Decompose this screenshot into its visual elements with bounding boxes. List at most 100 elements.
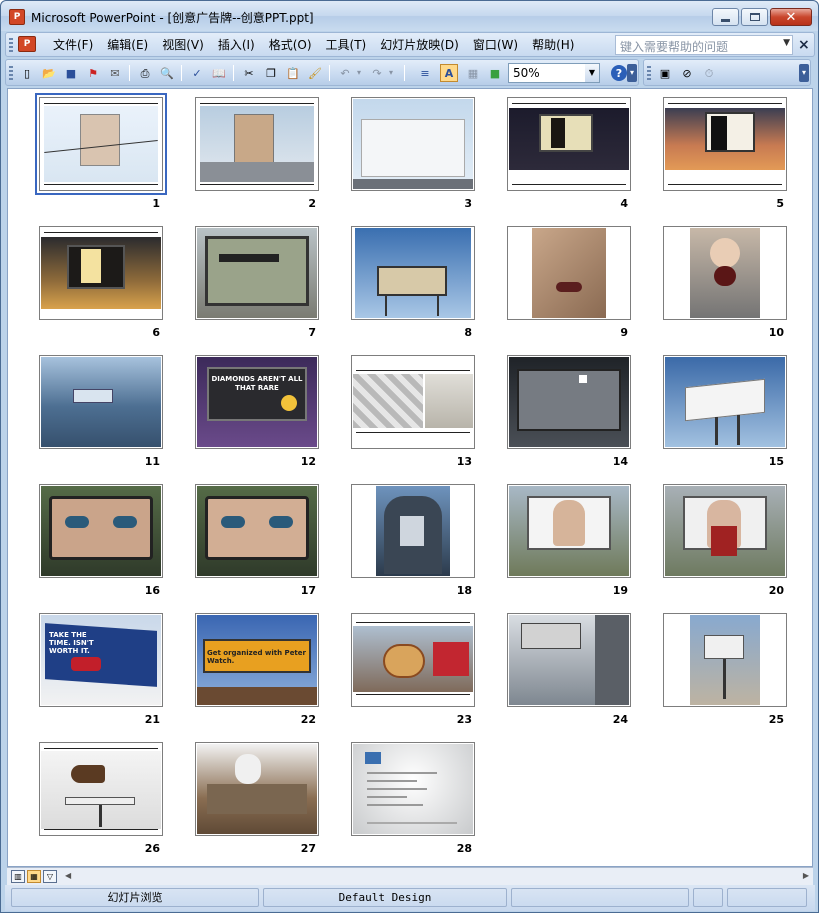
format-painter-icon[interactable]: 🖌 <box>306 64 324 82</box>
document-icon[interactable]: P <box>18 36 36 52</box>
slide-design-icon[interactable]: ▣ <box>656 64 674 82</box>
help-search-input[interactable]: 键入需要帮助的问题 ▼ <box>615 35 793 55</box>
zoom-select[interactable]: 50% ▼ <box>508 63 600 83</box>
help-dropdown-icon[interactable]: ▼ <box>783 38 790 48</box>
print-preview-icon[interactable]: 🔍 <box>158 64 176 82</box>
permission-icon[interactable]: ⚑ <box>84 64 102 82</box>
menu-window[interactable]: 窗口(W) <box>466 37 525 54</box>
slide-thumbnail-16[interactable] <box>39 484 163 578</box>
zoom-dropdown-icon[interactable]: ▼ <box>585 64 599 82</box>
new-icon[interactable]: ▯ <box>18 64 36 82</box>
slide-thumbnail-4[interactable] <box>507 97 631 191</box>
slide-number: 4 <box>620 197 628 210</box>
maximize-icon <box>749 13 760 21</box>
slide-thumbnail-22[interactable]: Get organized with Peter Watch. <box>195 613 319 707</box>
slide-thumbnail-28[interactable] <box>351 742 475 836</box>
slide-thumbnail-20[interactable] <box>663 484 787 578</box>
slide-rule <box>44 184 158 185</box>
slide-thumbnail-3[interactable] <box>351 97 475 191</box>
document-close-button[interactable]: × <box>798 37 810 53</box>
slide-number: 6 <box>152 326 160 339</box>
print-icon[interactable]: ⎙ <box>136 64 154 82</box>
menubar-grip[interactable] <box>9 38 13 52</box>
slide-thumbnail-27[interactable] <box>195 742 319 836</box>
slide-thumbnail-9[interactable] <box>507 226 631 320</box>
slide-thumbnail-11[interactable] <box>39 355 163 449</box>
slide-thumbnail-18[interactable] <box>351 484 475 578</box>
slide-image: DIAMONDS AREN'T ALL THAT RARE <box>197 357 317 447</box>
powerpoint-app-icon[interactable]: P <box>9 9 25 25</box>
help-icon[interactable]: ? <box>611 65 627 81</box>
slide-thumbnail-2[interactable] <box>195 97 319 191</box>
maximize-button[interactable] <box>741 8 768 26</box>
toolbar-grip[interactable] <box>647 66 651 81</box>
slide-sorter-pane[interactable]: 1 2 3 4 5 6 7 8 9 10 11 DIAMONDS AREN'T … <box>7 88 813 867</box>
slide-number: 10 <box>768 326 784 339</box>
toolbar-grip[interactable] <box>9 66 13 81</box>
close-button[interactable]: ✕ <box>770 8 812 26</box>
menu-view[interactable]: 视图(V) <box>155 37 211 54</box>
slide-image <box>690 615 760 705</box>
slide-thumbnail-23[interactable] <box>351 613 475 707</box>
menu-insert[interactable]: 插入(I) <box>211 37 262 54</box>
menu-slideshow[interactable]: 幻灯片放映(D) <box>373 37 466 54</box>
slide-thumbnail-17[interactable] <box>195 484 319 578</box>
slide-number: 15 <box>768 455 784 468</box>
title-bar[interactable]: P Microsoft PowerPoint - [创意广告牌--创意PPT.p… <box>1 1 818 31</box>
redo-dropdown-icon[interactable]: ▾ <box>386 64 396 82</box>
minimize-button[interactable] <box>712 8 739 26</box>
toolbar-options-icon[interactable]: ▾ <box>799 64 809 82</box>
paste-icon[interactable]: 📋 <box>284 64 302 82</box>
slide-thumbnail-25[interactable] <box>663 613 787 707</box>
slide-thumbnail-19[interactable] <box>507 484 631 578</box>
slide-thumbnail-15[interactable] <box>663 355 787 449</box>
slide-thumbnail-1[interactable] <box>35 93 167 195</box>
email-icon[interactable]: ✉ <box>106 64 124 82</box>
rehearse-timings-icon[interactable]: ⏱ <box>700 64 718 82</box>
slide-image <box>41 486 161 576</box>
slide-image <box>509 108 629 170</box>
slide-thumbnail-14[interactable] <box>507 355 631 449</box>
billboard-text: DIAMONDS AREN'T ALL THAT RARE <box>211 375 303 392</box>
hide-slide-icon[interactable]: ⊘ <box>678 64 696 82</box>
slide-sorter-view-icon[interactable]: ▦ <box>27 870 41 883</box>
slide-thumbnail-26[interactable] <box>39 742 163 836</box>
slide-thumbnail-5[interactable] <box>663 97 787 191</box>
open-icon[interactable]: 📂 <box>40 64 58 82</box>
slide-thumbnail-10[interactable] <box>663 226 787 320</box>
save-icon[interactable]: ■ <box>62 64 80 82</box>
grid-icon[interactable]: ▦ <box>464 64 482 82</box>
slide-thumbnail-8[interactable] <box>351 226 475 320</box>
slide-rule <box>512 184 626 185</box>
undo-icon[interactable]: ↶ <box>336 64 354 82</box>
scroll-right-icon[interactable]: ▶ <box>803 871 809 880</box>
slide-thumbnail-6[interactable] <box>39 226 163 320</box>
slide-thumbnail-24[interactable] <box>507 613 631 707</box>
menu-tools[interactable]: 工具(T) <box>319 37 374 54</box>
slide-number: 22 <box>300 713 316 726</box>
redo-icon[interactable]: ↷ <box>368 64 386 82</box>
scroll-left-icon[interactable]: ◀ <box>65 871 71 880</box>
research-icon[interactable]: 📖 <box>210 64 228 82</box>
slideshow-view-icon[interactable]: ▽ <box>43 870 57 883</box>
normal-view-icon[interactable]: ▥ <box>11 870 25 883</box>
toolbar-separator <box>233 65 234 81</box>
copy-icon[interactable]: ❐ <box>262 64 280 82</box>
menu-help[interactable]: 帮助(H) <box>525 37 581 54</box>
slide-rule <box>356 370 470 371</box>
show-formatting-icon[interactable]: ≡ <box>416 64 434 82</box>
slide-thumbnail-7[interactable] <box>195 226 319 320</box>
slide-thumbnail-21[interactable]: TAKE THE TIME. ISN'T WORTH IT. <box>39 613 163 707</box>
cut-icon[interactable]: ✂ <box>240 64 258 82</box>
grayscale-icon[interactable]: A <box>440 64 458 82</box>
menu-file[interactable]: 文件(F) <box>46 37 100 54</box>
spelling-icon[interactable]: ✓ <box>188 64 206 82</box>
undo-dropdown-icon[interactable]: ▾ <box>354 64 364 82</box>
menu-format[interactable]: 格式(O) <box>262 37 319 54</box>
slide-rule <box>44 829 158 830</box>
slide-thumbnail-13[interactable] <box>351 355 475 449</box>
toolbar-options-icon[interactable]: ▾ <box>627 64 637 82</box>
slide-thumbnail-12[interactable]: DIAMONDS AREN'T ALL THAT RARE <box>195 355 319 449</box>
menu-edit[interactable]: 编辑(E) <box>100 37 155 54</box>
color-icon[interactable]: ■ <box>486 64 504 82</box>
